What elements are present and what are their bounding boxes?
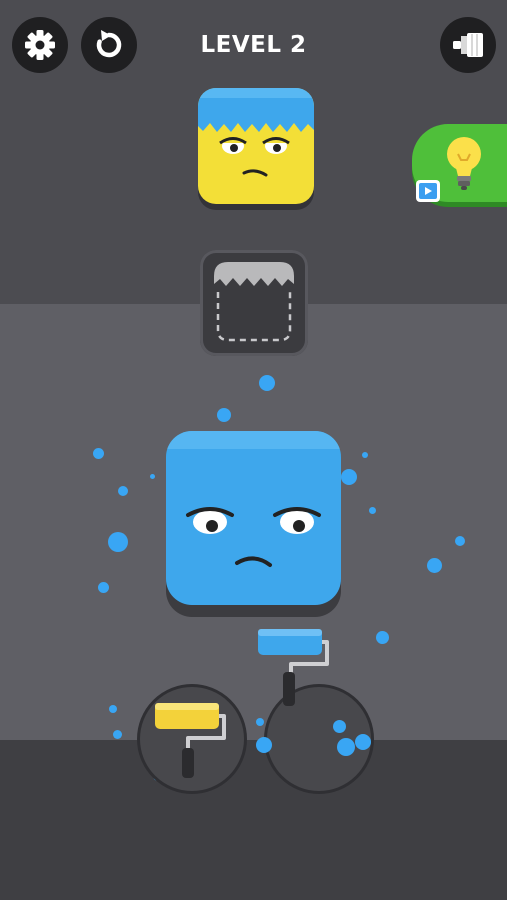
paint-shop-button[interactable] bbox=[440, 17, 496, 73]
paint-splatter-dot bbox=[113, 730, 122, 739]
paint-splatter-dot bbox=[427, 558, 442, 573]
lightbulb-icon bbox=[447, 137, 481, 190]
paint-splatter-dot bbox=[337, 738, 355, 756]
paint-splatter-dot bbox=[108, 532, 128, 552]
paint-splatter-dot bbox=[118, 486, 128, 496]
paint-splatter-dot bbox=[455, 536, 465, 546]
paint-splatter-dot bbox=[93, 448, 104, 459]
paint-splatter-dot bbox=[333, 720, 346, 733]
target-block bbox=[198, 88, 314, 204]
stamp-slot bbox=[200, 250, 308, 356]
level-title: LEVEL 2 bbox=[200, 32, 307, 58]
paint-splatter-dot bbox=[376, 631, 389, 644]
paint-roller-icon[interactable] bbox=[152, 700, 232, 780]
hint-button[interactable] bbox=[412, 124, 507, 202]
paint-splatter-dot bbox=[109, 705, 117, 713]
paint-splatter-dot bbox=[355, 734, 371, 750]
paint-roller-icon[interactable] bbox=[255, 626, 335, 706]
paint-splatter-dot bbox=[217, 408, 231, 422]
paint-splatter-dot bbox=[150, 474, 155, 479]
paint-splatter-dot bbox=[362, 452, 368, 458]
paint-splatter-dot bbox=[341, 469, 357, 485]
paint-splatter-dot bbox=[256, 737, 272, 753]
paint-splatter-dot bbox=[259, 375, 275, 391]
video-ad-icon bbox=[416, 180, 440, 202]
zigzag-cutter-icon bbox=[214, 262, 294, 342]
roller-tray-band bbox=[0, 740, 507, 900]
target-block-art bbox=[198, 88, 314, 177]
bored-face-art bbox=[186, 507, 321, 567]
paint-brush-icon bbox=[453, 33, 483, 57]
paint-splatter-dot bbox=[369, 507, 376, 514]
player-block[interactable] bbox=[166, 431, 341, 605]
paint-splatter-dot bbox=[256, 718, 264, 726]
paint-splatter-dot bbox=[98, 582, 109, 593]
